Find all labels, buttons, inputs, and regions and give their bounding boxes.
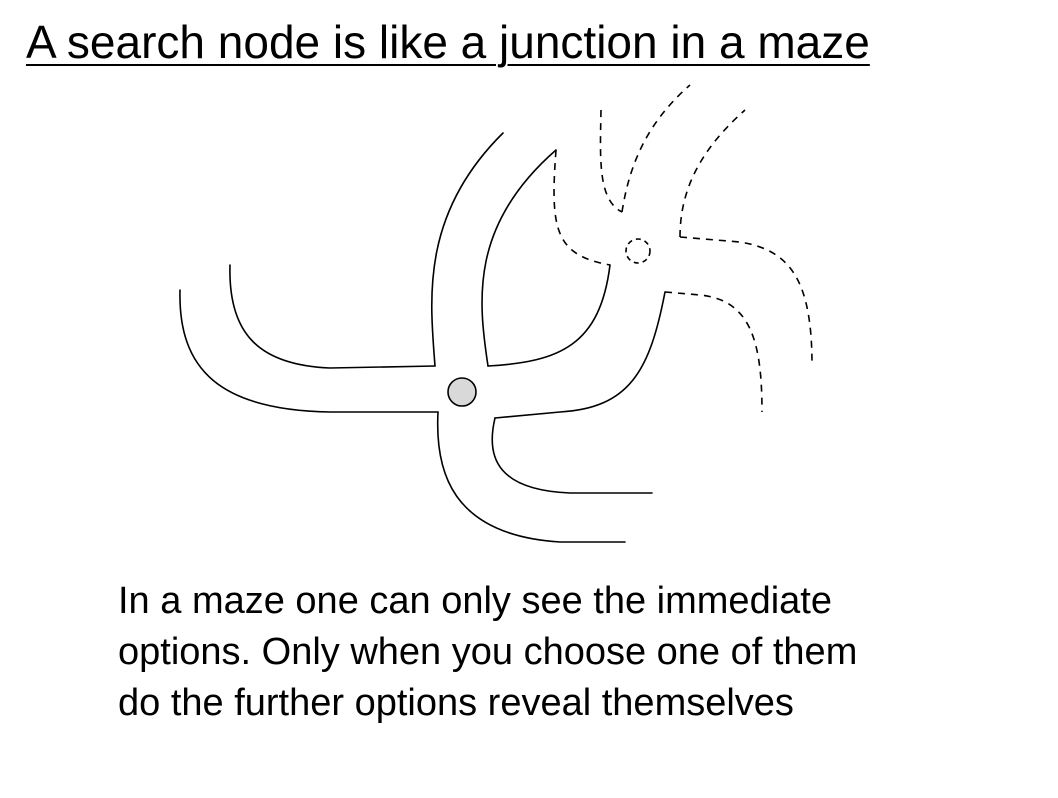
hidden-junction-node <box>625 238 651 264</box>
visible-corridors <box>179 132 666 543</box>
hidden-top-wall-a <box>599 109 623 213</box>
caption-line-1: In a maze one can only see the immediate <box>118 580 832 622</box>
hidden-top-wall-b <box>621 84 691 213</box>
caption: In a maze one can only see the immediate… <box>118 576 1018 729</box>
caption-line-3: do the further options reveal themselves <box>118 682 794 724</box>
caption-line-2: options. Only when you choose one of the… <box>118 631 858 673</box>
hidden-right-wall-lower <box>664 291 763 413</box>
current-search-node <box>447 377 477 407</box>
upright-corridor-upper-wall <box>487 264 611 367</box>
up-corridor-right-wall <box>481 149 557 367</box>
hidden-corridors <box>553 84 813 413</box>
hidden-right-wall-upper <box>679 236 813 366</box>
down-corridor-right-wall <box>491 417 653 494</box>
down-corridor-left-wall <box>436 411 626 543</box>
upright-corridor-lower-wall <box>494 291 666 419</box>
left-corridor-lower-wall <box>179 289 439 413</box>
hidden-top-wall-c <box>679 109 746 238</box>
up-corridor-left-wall <box>430 132 504 367</box>
left-corridor-upper-wall <box>229 264 436 369</box>
